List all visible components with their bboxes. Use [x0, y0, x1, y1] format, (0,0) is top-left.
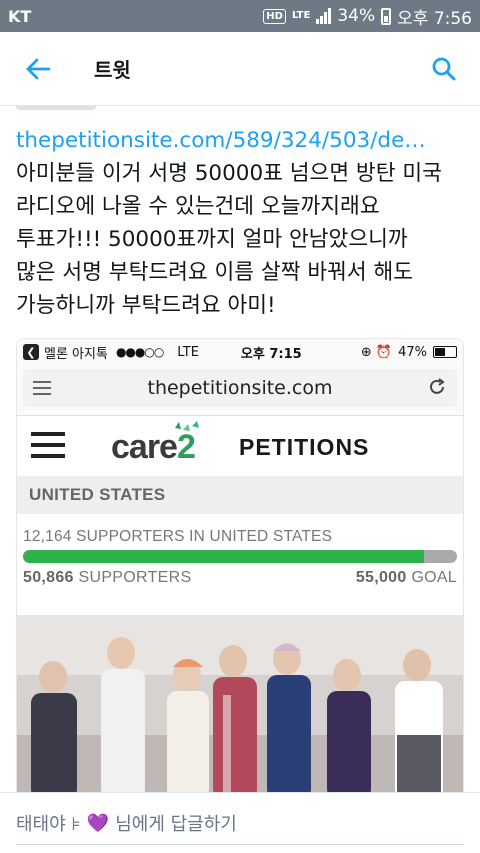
goal-number: 55,000	[355, 569, 407, 586]
tweet-media-image[interactable]: ❮ 멜론 아지톡 ●●●○○ LTE 오후 7:15 ⊕ ⏰ 47% thepe…	[16, 338, 464, 792]
petition-stats: 12,164 SUPPORTERS IN UNITED STATES 50,86…	[17, 514, 463, 610]
supporters-label: SUPPORTERS	[78, 569, 192, 586]
previous-media-edge	[16, 106, 96, 110]
status-icons: HD LTE 34% 오후 7:56	[263, 4, 472, 29]
reply-placeholder: 님에게 답글하기	[115, 814, 237, 835]
embedded-status-right: ⊕ ⏰ 47%	[361, 345, 457, 360]
embedded-url: thepetitionsite.com	[147, 377, 333, 399]
hd-voice-icon: HD	[263, 8, 286, 24]
menu-icon	[33, 381, 51, 399]
tweet-detail: thepetitionsite.com/589/324/503/de… 아미분들…	[0, 106, 480, 792]
embedded-signal: ●●●○○	[115, 345, 164, 359]
supporters-number: 50,866	[23, 569, 74, 586]
lte-icon: LTE	[291, 10, 311, 21]
tweet-link[interactable]: thepetitionsite.com/589/324/503/de…	[16, 124, 468, 157]
reply-underline	[16, 844, 464, 845]
carrier-label: KT	[8, 6, 32, 26]
battery-percent: 34%	[337, 6, 376, 26]
goal-label: GOAL	[411, 569, 457, 586]
reload-icon	[430, 378, 445, 394]
embedded-status-bar: ❮ 멜론 아지톡 ●●●○○ LTE 오후 7:15 ⊕ ⏰ 47%	[17, 339, 463, 365]
embedded-battery-percent: 47%	[398, 344, 427, 360]
stat-row: 50,866 SUPPORTERS 55,000 GOAL	[23, 569, 457, 587]
care2-wordmark-two: 2	[176, 428, 196, 466]
search-button[interactable]	[414, 32, 474, 106]
battery-icon	[381, 7, 392, 25]
page-title: 트윗	[94, 58, 131, 82]
reply-bar[interactable]: 태태야 ⊧ 💜 님에게 답글하기	[0, 792, 480, 853]
purple-heart-icon: 💜	[86, 812, 110, 834]
country-supporters: 12,164 SUPPORTERS IN UNITED STATES	[23, 528, 333, 545]
embedded-time: 오후 7:15	[240, 346, 302, 362]
group-photo	[17, 615, 463, 792]
tweet-body: 아미분들 이거 서명 50000표 넘으면 방탄 미국 라디오에 나올 수 있는…	[16, 161, 442, 318]
progress-bar-fill	[23, 550, 425, 563]
back-button[interactable]	[6, 32, 70, 106]
status-bar: KT HD LTE 34% 오후 7:56	[0, 0, 480, 32]
progress-bar	[23, 550, 457, 563]
care2-wordmark-care: care	[111, 428, 178, 466]
app-bar: 트윗	[0, 32, 480, 106]
embedded-status-icons: ⊕ ⏰	[360, 344, 393, 360]
country-bar: UNITED STATES	[17, 476, 463, 514]
arrow-left-icon	[26, 58, 51, 79]
hamburger-icon	[31, 432, 65, 465]
embedded-network: LTE	[177, 344, 199, 360]
care2-wordmark: care2	[111, 428, 196, 467]
embedded-carrier: 멜론 아지톡	[44, 346, 108, 362]
tweet-text: thepetitionsite.com/589/324/503/de… 아미분들…	[16, 124, 468, 322]
petitions-heading: PETITIONS	[239, 434, 370, 460]
clock: 오후 7:56	[397, 8, 472, 29]
embedded-address-area: thepetitionsite.com	[17, 365, 463, 416]
embedded-battery-icon	[433, 346, 457, 358]
reply-target-name: 태태야 ⊧	[16, 814, 81, 835]
care2-header: care2 PETITIONS	[17, 416, 463, 476]
kakao-back-icon: ❮	[23, 344, 39, 360]
supporters-count: 50,866 SUPPORTERS	[23, 569, 191, 587]
goal-count: 55,000 GOAL	[356, 569, 457, 587]
signal-icon	[316, 8, 332, 24]
embedded-address-bar: thepetitionsite.com	[23, 369, 457, 407]
search-icon	[432, 57, 456, 80]
